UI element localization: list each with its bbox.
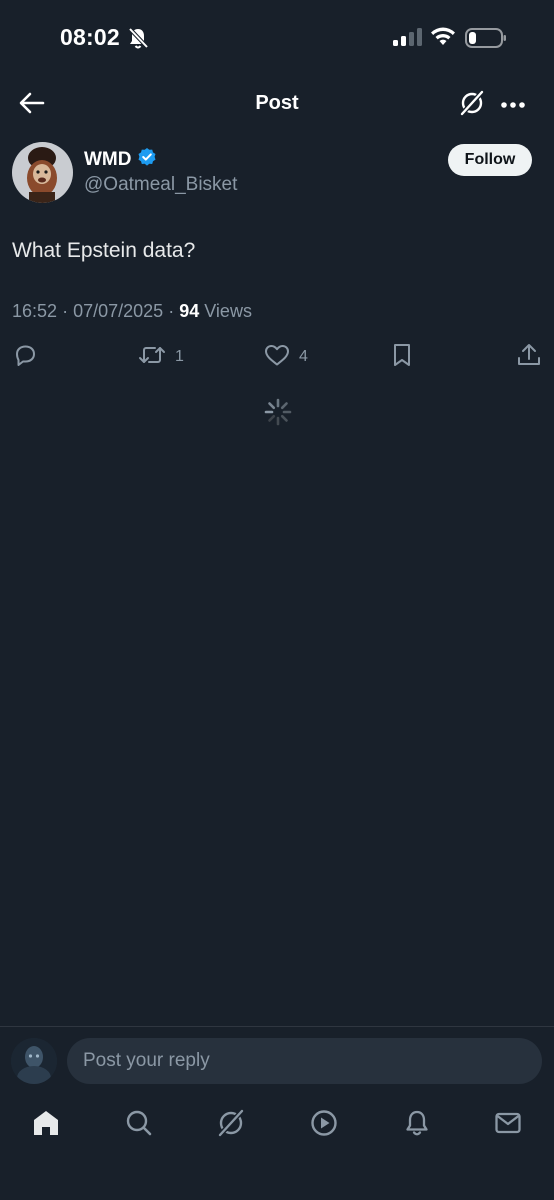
grok-button[interactable] <box>456 89 488 121</box>
repost-icon <box>137 343 167 372</box>
repost-count: 1 <box>175 348 184 365</box>
views-label[interactable]: Views <box>204 301 252 321</box>
heart-icon <box>263 343 291 372</box>
post-time: 16:52 <box>12 301 58 321</box>
follow-button[interactable]: Follow <box>448 144 532 176</box>
nav-video[interactable] <box>304 1108 344 1142</box>
post-meta: 16:52 · 07/07/2025 · 94 Views <box>12 301 252 322</box>
status-bar: 08:02 <box>0 0 554 76</box>
bookmark-icon <box>390 342 414 373</box>
share-button[interactable] <box>516 340 542 374</box>
post-text: What Epstein data? <box>12 239 196 262</box>
header: Post <box>0 76 554 134</box>
search-icon <box>124 1108 154 1143</box>
wifi-icon <box>430 26 456 51</box>
verified-badge-icon <box>137 147 157 172</box>
more-icon <box>500 96 526 114</box>
like-count: 4 <box>299 348 308 365</box>
author-handle[interactable]: @Oatmeal_Bisket <box>84 174 237 196</box>
post-date: 07/07/2025 <box>73 301 164 321</box>
meta-separator: · <box>62 301 69 321</box>
more-options-button[interactable] <box>497 89 529 121</box>
notifications-icon <box>402 1108 432 1143</box>
reply-icon <box>12 342 38 373</box>
nav-search[interactable] <box>119 1108 159 1142</box>
nav-notifications[interactable] <box>397 1108 437 1142</box>
author-name[interactable]: WMD <box>84 149 131 171</box>
nav-grok[interactable] <box>211 1108 251 1142</box>
post-actions: 1 4 <box>0 340 554 374</box>
status-time: 08:02 <box>60 24 120 50</box>
meta-separator: · <box>168 301 175 321</box>
home-icon <box>31 1108 61 1143</box>
nav-messages[interactable] <box>488 1108 528 1142</box>
signal-icon <box>392 27 422 52</box>
user-avatar[interactable] <box>11 1038 57 1084</box>
messages-icon <box>493 1108 523 1143</box>
nav-home[interactable] <box>26 1108 66 1142</box>
grok-icon <box>459 89 485 121</box>
reply-input[interactable] <box>67 1038 542 1084</box>
author-avatar[interactable] <box>12 142 73 203</box>
battery-icon <box>465 27 507 54</box>
post-screen: 08:02 Post WMD @Oatmeal_Bisket Follow Wh… <box>0 0 554 1200</box>
video-icon <box>309 1108 339 1143</box>
bell-off-icon <box>127 26 149 55</box>
repost-button[interactable]: 1 <box>137 340 184 374</box>
like-button[interactable]: 4 <box>263 340 308 374</box>
author-name-row: WMD <box>84 147 157 172</box>
bookmark-button[interactable] <box>390 340 414 374</box>
reply-bar <box>0 1026 554 1096</box>
grok-icon <box>216 1108 246 1143</box>
loading-spinner-icon <box>264 398 292 426</box>
views-count[interactable]: 94 <box>179 301 199 321</box>
reply-button[interactable] <box>12 340 46 374</box>
bottom-nav <box>0 1096 554 1200</box>
share-icon <box>516 342 542 373</box>
